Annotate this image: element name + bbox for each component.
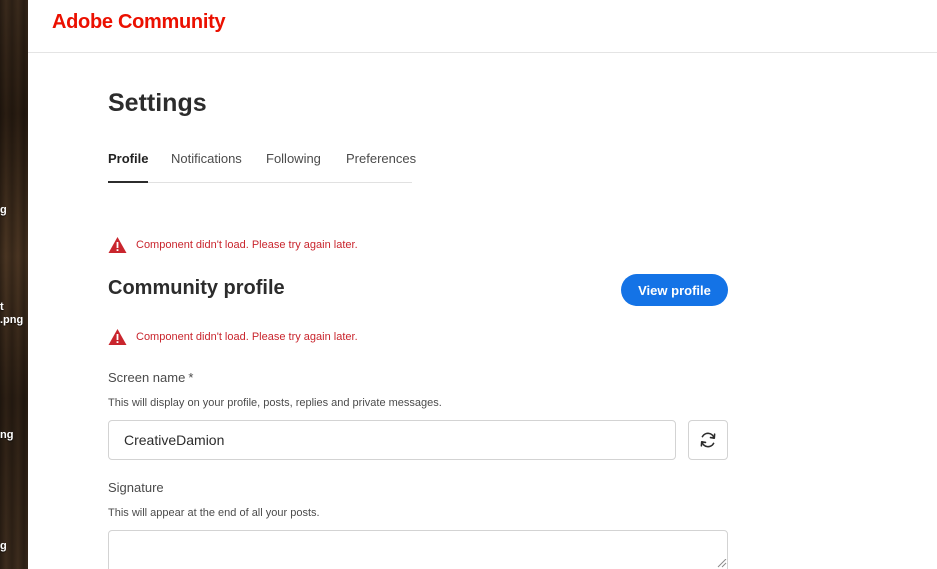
- site-header: Adobe Community: [28, 0, 937, 53]
- required-mark: *: [188, 370, 194, 385]
- view-profile-button[interactable]: View profile: [621, 274, 728, 306]
- page-title: Settings: [108, 89, 207, 117]
- tab-preferences[interactable]: Preferences: [346, 151, 416, 183]
- signature-label: Signature: [108, 480, 164, 495]
- resize-grip-icon[interactable]: [717, 559, 727, 568]
- screen-name-label: Screen name *: [108, 370, 193, 385]
- desktop-background: g t .png ng g: [0, 0, 28, 569]
- desktop-file-label[interactable]: g: [0, 204, 7, 217]
- component-error-message: Component didn't load. Please try again …: [108, 328, 358, 346]
- tab-profile[interactable]: Profile: [108, 151, 149, 183]
- screen-name-input[interactable]: [108, 420, 676, 460]
- error-text: Component didn't load. Please try again …: [136, 331, 358, 343]
- browser-page: Adobe Community Settings Profile Notific…: [28, 0, 937, 569]
- warning-icon: [108, 329, 127, 345]
- community-profile-heading: Community profile: [108, 277, 285, 299]
- error-text: Component didn't load. Please try again …: [136, 239, 358, 251]
- screen-name-label-text: Screen name: [108, 370, 186, 385]
- settings-tabs: Profile Notifications Following Preferen…: [108, 149, 416, 183]
- component-error-message: Component didn't load. Please try again …: [108, 236, 358, 254]
- tab-notifications[interactable]: Notifications: [171, 151, 242, 183]
- refresh-icon: [700, 432, 716, 448]
- signature-textarea[interactable]: [108, 530, 728, 569]
- desktop-file-label[interactable]: ng: [0, 429, 13, 442]
- refresh-screen-name-button[interactable]: [688, 420, 728, 460]
- tab-following[interactable]: Following: [266, 151, 321, 183]
- desktop-file-label[interactable]: g: [0, 540, 7, 553]
- brand-logo[interactable]: Adobe Community: [52, 11, 226, 34]
- desktop-file-label[interactable]: t .png: [0, 301, 23, 327]
- signature-help: This will appear at the end of all your …: [108, 507, 320, 519]
- warning-icon: [108, 237, 127, 253]
- screen-name-help: This will display on your profile, posts…: [108, 397, 442, 409]
